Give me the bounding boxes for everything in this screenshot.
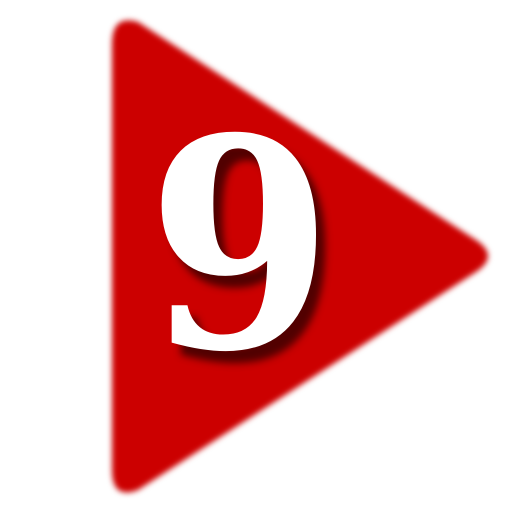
app-icon: 9 [0, 0, 512, 512]
number-label: 9 [147, 76, 333, 416]
